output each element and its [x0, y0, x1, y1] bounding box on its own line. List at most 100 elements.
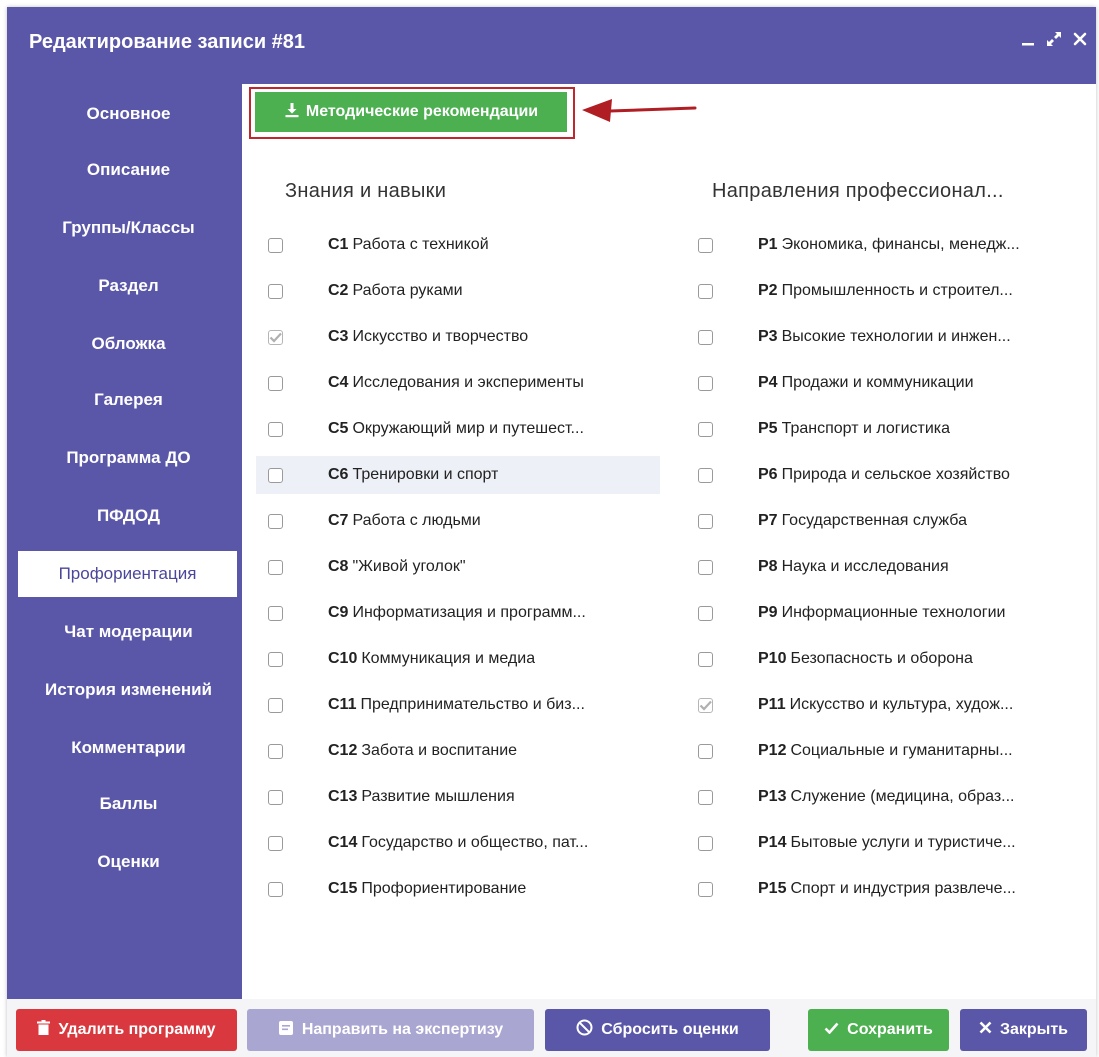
- item-code: C5: [328, 420, 349, 437]
- checkbox-row[interactable]: C2 Работа руками: [256, 272, 660, 310]
- checkbox[interactable]: [698, 237, 713, 253]
- item-code: C3: [328, 328, 349, 345]
- checkbox[interactable]: [268, 467, 283, 483]
- checkbox-row[interactable]: C7 Работа с людьми: [256, 502, 660, 540]
- checkbox-row[interactable]: P11 Искусство и культура, худож...: [686, 686, 1091, 724]
- checkbox[interactable]: [268, 329, 283, 345]
- item-label: Экономика, финансы, менедж...: [781, 236, 1020, 253]
- item-code: P13: [758, 788, 787, 805]
- checkbox[interactable]: [268, 835, 283, 851]
- checkbox[interactable]: [268, 743, 283, 759]
- item-label: Работа с техникой: [352, 236, 489, 253]
- sidebar-item-section[interactable]: Раздел: [15, 262, 242, 310]
- sidebar-item-history[interactable]: История изменений: [15, 666, 242, 714]
- checkbox-row[interactable]: C1 Работа с техникой: [256, 226, 660, 264]
- sidebar-item-comments[interactable]: Комментарии: [15, 724, 242, 772]
- checkbox-row[interactable]: C5 Окружающий мир и путешест...: [256, 410, 660, 448]
- sidebar-item-moderation-chat[interactable]: Чат модерации: [15, 608, 242, 656]
- checkbox[interactable]: [268, 697, 283, 713]
- checkbox[interactable]: [268, 559, 283, 575]
- minimize-icon[interactable]: [1020, 27, 1036, 51]
- checkbox-row[interactable]: C6 Тренировки и спорт: [256, 456, 660, 494]
- checkbox-row[interactable]: P10 Безопасность и оборона: [686, 640, 1091, 678]
- send-to-expertise-button[interactable]: Направить на экспертизу: [247, 1009, 534, 1051]
- checkbox[interactable]: [268, 789, 283, 805]
- checkbox-row[interactable]: P2 Промышленность и строител...: [686, 272, 1091, 310]
- sidebar-item-basic[interactable]: Основное: [15, 90, 242, 138]
- checkbox[interactable]: [268, 651, 283, 667]
- checkbox[interactable]: [698, 467, 713, 483]
- sidebar-item-program[interactable]: Программа ДО: [15, 434, 242, 482]
- checkbox-row[interactable]: C3 Искусство и творчество: [256, 318, 660, 356]
- checkbox-row[interactable]: P8 Наука и исследования: [686, 548, 1091, 586]
- checkbox[interactable]: [698, 835, 713, 851]
- checkbox-row[interactable]: P12 Социальные и гуманитарны...: [686, 732, 1091, 770]
- checkbox-row[interactable]: P5 Транспорт и логистика: [686, 410, 1091, 448]
- checkbox-row[interactable]: C9 Информатизация и программ...: [256, 594, 660, 632]
- save-button[interactable]: Сохранить: [808, 1009, 949, 1051]
- maximize-icon[interactable]: [1046, 27, 1062, 51]
- checkbox[interactable]: [268, 375, 283, 391]
- checkbox[interactable]: [268, 283, 283, 299]
- checkbox[interactable]: [268, 513, 283, 529]
- checkbox[interactable]: [698, 651, 713, 667]
- checkbox-row[interactable]: C12 Забота и воспитание: [256, 732, 660, 770]
- sidebar-item-cover[interactable]: Обложка: [15, 320, 242, 368]
- checkbox[interactable]: [698, 743, 713, 759]
- sidebar-nav: Основное Описание Группы/Классы Раздел О…: [7, 84, 242, 999]
- checkbox-row[interactable]: C10 Коммуникация и медиа: [256, 640, 660, 678]
- checkbox[interactable]: [698, 513, 713, 529]
- checkbox[interactable]: [698, 421, 713, 437]
- sidebar-item-gallery[interactable]: Галерея: [15, 376, 242, 424]
- checkbox-row[interactable]: C8 "Живой уголок": [256, 548, 660, 586]
- checkbox-row[interactable]: C14 Государство и общество, пат...: [256, 824, 660, 862]
- edit-record-dialog: Редактирование записи #81 Основное Описа…: [7, 7, 1096, 1057]
- checkbox[interactable]: [698, 605, 713, 621]
- checkbox[interactable]: [698, 283, 713, 299]
- checkbox[interactable]: [268, 605, 283, 621]
- close-button[interactable]: Закрыть: [960, 1009, 1087, 1051]
- checkbox[interactable]: [698, 329, 713, 345]
- method-recommendations-button[interactable]: Методические рекомендации: [255, 92, 567, 132]
- item-label: Информатизация и программ...: [352, 604, 586, 621]
- checkbox[interactable]: [268, 421, 283, 437]
- checkbox-row[interactable]: C15 Профориентирование: [256, 870, 660, 908]
- sidebar-item-ratings[interactable]: Оценки: [15, 838, 242, 886]
- sidebar-item-career-guidance[interactable]: Профориентация: [17, 550, 238, 598]
- checkbox-row[interactable]: C13 Развитие мышления: [256, 778, 660, 816]
- checkbox[interactable]: [268, 881, 283, 897]
- checkbox-row[interactable]: P1 Экономика, финансы, менедж...: [686, 226, 1091, 264]
- close-icon[interactable]: [1072, 27, 1088, 51]
- skills-title: Знания и навыки: [285, 180, 447, 202]
- checkbox-row[interactable]: P13 Служение (медицина, образ...: [686, 778, 1091, 816]
- send-to-expertise-label: Направить на экспертизу: [301, 1021, 504, 1038]
- checkbox-row[interactable]: P15 Спорт и индустрия развлече...: [686, 870, 1091, 908]
- checkbox-row[interactable]: P6 Природа и сельское хозяйство: [686, 456, 1091, 494]
- checkbox[interactable]: [698, 697, 713, 713]
- checkbox[interactable]: [268, 237, 283, 253]
- checkbox-row[interactable]: P4 Продажи и коммуникации: [686, 364, 1091, 402]
- sidebar-item-points[interactable]: Баллы: [15, 780, 242, 828]
- reset-ratings-button[interactable]: Сбросить оценки: [545, 1009, 770, 1051]
- sidebar-item-groups[interactable]: Группы/Классы: [15, 204, 242, 252]
- checkbox-row[interactable]: C4 Исследования и эксперименты: [256, 364, 660, 402]
- checkbox-row[interactable]: P14 Бытовые услуги и туристиче...: [686, 824, 1091, 862]
- item-label: Государство и общество, пат...: [361, 834, 589, 851]
- checkbox-row[interactable]: P7 Государственная служба: [686, 502, 1091, 540]
- item-label: "Живой уголок": [352, 558, 466, 575]
- checkbox[interactable]: [698, 559, 713, 575]
- checkbox-row[interactable]: C11 Предпринимательство и биз...: [256, 686, 660, 724]
- checkbox[interactable]: [698, 789, 713, 805]
- item-label: Наука и исследования: [781, 558, 949, 575]
- directions-title: Направления профессионал...: [712, 180, 1004, 202]
- checkbox-row[interactable]: P9 Информационные технологии: [686, 594, 1091, 632]
- delete-program-button[interactable]: Удалить программу: [16, 1009, 237, 1051]
- sidebar-item-pfdod[interactable]: ПФДОД: [15, 492, 242, 540]
- sidebar-item-description[interactable]: Описание: [15, 146, 242, 194]
- item-label: Бытовые услуги и туристиче...: [790, 834, 1016, 851]
- checkbox[interactable]: [698, 375, 713, 391]
- checkbox[interactable]: [698, 881, 713, 897]
- item-label: Тренировки и спорт: [352, 466, 499, 483]
- reset-ratings-label: Сбросить оценки: [601, 1021, 739, 1038]
- checkbox-row[interactable]: P3 Высокие технологии и инжен...: [686, 318, 1091, 356]
